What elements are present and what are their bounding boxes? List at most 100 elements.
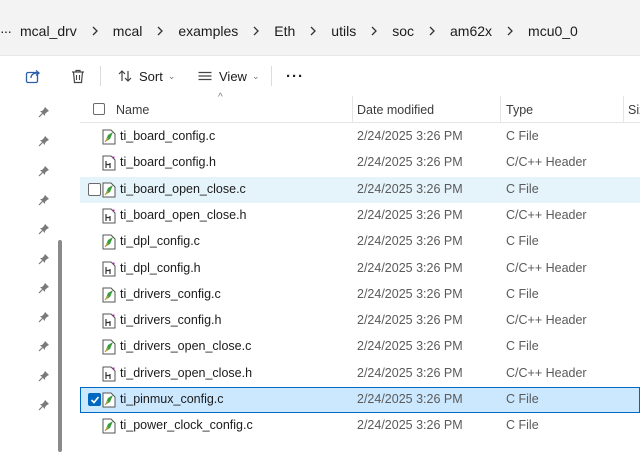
chevron-right-icon[interactable] (424, 26, 440, 36)
breadcrumb-item[interactable]: examples (168, 23, 248, 39)
share-icon (25, 70, 41, 84)
share-button[interactable] (25, 64, 41, 88)
file-type: C File (506, 129, 539, 143)
header-file-icon (102, 208, 116, 224)
column-divider[interactable] (500, 96, 501, 122)
file-date-modified: 2/24/2025 3:26 PM (357, 207, 463, 222)
file-row[interactable]: ti_drivers_open_close.c 2/24/2025 3:26 PM… (80, 334, 640, 360)
c-file-icon (102, 287, 116, 303)
file-row[interactable]: ti_drivers_config.c 2/24/2025 3:26 PM C Fi… (80, 282, 640, 308)
pin-icon[interactable] (38, 222, 50, 235)
column-divider[interactable] (352, 96, 353, 122)
breadcrumb-item[interactable]: mcal_drv (10, 23, 87, 39)
file-row[interactable]: ti_board_config.c 2/24/2025 3:26 PM C File (80, 124, 640, 150)
pin-icon[interactable] (38, 164, 50, 177)
file-date-modified: 2/24/2025 3:26 PM (357, 313, 463, 328)
column-divider[interactable] (623, 96, 624, 122)
chevron-right-icon[interactable] (366, 26, 382, 36)
file-date-modified: 2/24/2025 3:26 PM (357, 234, 463, 249)
breadcrumb-bar: ··· mcal_drv mcal examples Eth utils soc am62x… (0, 0, 640, 56)
file-type: C/C++ Header (506, 365, 587, 380)
file-row[interactable]: ti_board_open_close.c 2/24/2025 3:26 PM C … (80, 176, 640, 203)
column-header-name[interactable]: Name (116, 103, 149, 117)
pin-icon[interactable] (38, 398, 50, 411)
breadcrumb-item[interactable]: utils (321, 23, 366, 39)
header-file-icon (102, 261, 116, 277)
breadcrumb-item[interactable]: mcal (103, 23, 153, 39)
sort-ascending-icon: ^ (218, 92, 223, 103)
chevron-right-icon[interactable] (87, 26, 103, 36)
trash-icon (72, 69, 84, 84)
file-name: ti_board_config.h (120, 155, 216, 170)
file-type: C File (506, 392, 539, 406)
chevron-right-icon[interactable] (152, 26, 168, 36)
pin-icon[interactable] (38, 252, 50, 264)
file-row[interactable]: ti_pinmux_config.c 2/24/2025 3:26 PM C Fil… (80, 387, 640, 413)
chevron-right-icon[interactable] (305, 26, 321, 36)
file-type: C/C++ Header (506, 260, 587, 275)
pin-icon[interactable] (38, 310, 50, 323)
file-name: ti_drivers_open_close.h (120, 365, 253, 380)
file-name: ti_dpl_config.c (120, 234, 200, 249)
file-name: ti_board_open_close.c (120, 181, 246, 196)
c-file-icon (102, 182, 116, 198)
file-row[interactable]: ti_drivers_open_close.h 2/24/2025 3:26 PM… (80, 361, 640, 387)
file-row[interactable]: ti_board_config.h 2/24/2025 3:26 PM C/C++ … (80, 150, 640, 176)
toolbar-divider (100, 66, 101, 86)
file-date-modified: 2/24/2025 3:26 PM (357, 286, 463, 301)
file-row[interactable]: ti_power_clock_config.c 2/24/2025 3:26 PM… (80, 413, 640, 439)
view-list-icon (198, 71, 212, 81)
row-checkbox[interactable] (88, 393, 101, 406)
column-header-date[interactable]: Date modified (357, 103, 434, 117)
view-button[interactable]: View ⌄ (197, 64, 260, 88)
pin-icon[interactable] (38, 369, 50, 382)
header-file-icon (102, 155, 116, 171)
command-bar: Sort ⌄ View ⌄ ··· (0, 56, 640, 96)
file-date-modified: 2/24/2025 3:26 PM (357, 129, 463, 143)
column-header-size[interactable]: Siz (628, 103, 640, 117)
view-label: View (219, 68, 247, 84)
file-date-modified: 2/24/2025 3:26 PM (357, 418, 463, 433)
select-all-checkbox[interactable] (93, 103, 105, 115)
c-file-icon (102, 129, 116, 145)
pin-icon[interactable] (38, 134, 50, 147)
file-name: ti_pinmux_config.c (120, 392, 224, 406)
breadcrumb-item[interactable]: am62x (440, 23, 502, 39)
file-name: ti_drivers_open_close.c (120, 339, 252, 354)
file-name: ti_board_open_close.h (120, 207, 247, 222)
c-file-icon (102, 418, 116, 434)
file-date-modified: 2/24/2025 3:26 PM (357, 181, 463, 196)
sort-button[interactable]: Sort ⌄ (117, 64, 175, 88)
breadcrumb-item[interactable]: mcu0_0 (518, 23, 588, 39)
chevron-down-icon: ⌄ (167, 70, 176, 81)
file-type: C/C++ Header (506, 313, 587, 328)
pin-icon[interactable] (38, 105, 50, 118)
file-row[interactable]: ti_dpl_config.h 2/24/2025 3:26 PM C/C++ He… (80, 256, 640, 282)
c-file-icon (102, 339, 116, 355)
file-row[interactable]: ti_board_open_close.h 2/24/2025 3:26 PM C/… (80, 203, 640, 229)
chevron-right-icon[interactable] (248, 26, 264, 36)
pin-icon[interactable] (38, 281, 50, 294)
sort-label: Sort (139, 68, 163, 84)
pin-icon[interactable] (38, 193, 50, 206)
chevron-right-icon[interactable] (502, 26, 518, 36)
breadcrumb-item[interactable]: soc (382, 23, 424, 39)
breadcrumb-item[interactable]: Eth (264, 23, 305, 39)
more-options-button[interactable]: ··· (286, 64, 304, 88)
delete-button[interactable] (70, 64, 86, 88)
more-icon: ··· (286, 67, 304, 85)
file-type: C/C++ Header (506, 207, 587, 222)
file-row[interactable]: ti_drivers_config.h 2/24/2025 3:26 PM C/C+… (80, 308, 640, 334)
file-name: ti_drivers_config.c (120, 286, 221, 301)
file-row[interactable]: ti_dpl_config.c 2/24/2025 3:26 PM C File (80, 229, 640, 255)
file-type: C/C++ Header (506, 155, 587, 170)
header-file-icon (102, 313, 116, 329)
column-header-type[interactable]: Type (506, 103, 533, 117)
pin-icon[interactable] (38, 339, 50, 352)
file-list: ^ Name Date modified Type Siz ti_board_c… (80, 92, 640, 452)
c-file-icon (102, 234, 116, 250)
file-date-modified: 2/24/2025 3:26 PM (357, 392, 463, 406)
breadcrumb-overflow-button[interactable]: ··· (0, 23, 12, 39)
navigation-scrollbar-thumb[interactable] (58, 240, 62, 452)
row-checkbox[interactable] (88, 182, 101, 196)
